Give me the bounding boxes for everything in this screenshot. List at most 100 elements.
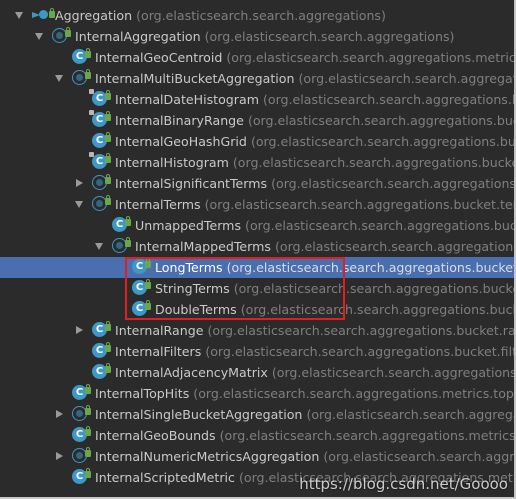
tree-row[interactable]: C InternalGeoCentroid (org.elasticsearch.… <box>0 47 514 68</box>
class-icon: C <box>132 279 151 297</box>
tree-row-label: InternalAggregation (org.elasticsearch.s… <box>75 26 454 47</box>
tree-row[interactable]: C DoubleTerms (org.elasticsearch.search.a… <box>0 299 514 320</box>
tree-row-label: InternalTopHits (org.elasticsearch.searc… <box>95 383 516 404</box>
public-access-icon <box>85 384 91 394</box>
package-name: (org.elasticsearch.search.aggregations.b… <box>250 134 516 149</box>
public-access-icon <box>105 111 111 121</box>
public-access-icon <box>85 447 91 457</box>
tree-row-label: InternalRange (org.elasticsearch.search.… <box>115 320 514 341</box>
class-name: StringTerms <box>155 281 230 296</box>
tree-row[interactable]: InternalNumericMetricsAggregation (org.e… <box>0 446 515 467</box>
tree-row[interactable]: C InternalGeoBounds (org.elasticsearch.se… <box>0 425 514 446</box>
class-name: InternalAggregation <box>75 29 201 44</box>
class-name: InternalHistogram <box>115 155 229 170</box>
expand-arrow-right-icon[interactable] <box>56 410 63 418</box>
abstract-class-icon <box>112 237 131 255</box>
final-class-icon: C <box>89 89 111 108</box>
public-access-icon <box>105 363 111 373</box>
class-name: InternalFilters <box>115 344 202 359</box>
tree-row-label: InternalMappedTerms (org.elasticsearch.s… <box>135 236 514 257</box>
class-icon: C <box>132 258 151 276</box>
public-access-icon <box>105 195 111 205</box>
tree-row-label: InternalDateHistogram (org.elasticsearch… <box>115 89 514 110</box>
abstract-class-icon <box>72 447 91 465</box>
class-name: DoubleTerms <box>155 302 237 317</box>
public-access-icon <box>105 132 111 142</box>
package-name: (org.elasticsearch.search.aggregations.b… <box>271 365 516 380</box>
public-access-icon <box>125 216 131 226</box>
abstract-class-icon <box>92 174 111 192</box>
tree-row[interactable]: InternalSingleBucketAggregation (org.ela… <box>0 404 514 425</box>
class-name: InternalMappedTerms <box>135 239 271 254</box>
class-icon: C <box>112 216 131 234</box>
tree-row[interactable]: C InternalDateHistogram (org.elasticsearc… <box>0 89 514 110</box>
tree-row-label: Aggregation (org.elasticsearch.search.ag… <box>55 5 386 26</box>
tree-row-label: InternalGeoHashGrid (org.elasticsearch.s… <box>115 131 516 152</box>
tree-row[interactable]: C InternalScriptedMetric (org.elasticsear… <box>0 467 514 488</box>
expand-arrow-down-icon[interactable] <box>75 201 83 208</box>
public-access-icon <box>105 153 111 163</box>
abstract-class-icon <box>52 27 71 45</box>
expand-arrow-down-icon[interactable] <box>55 75 63 82</box>
tree-row-label: InternalSingleBucketAggregation (org.ela… <box>95 404 514 425</box>
package-name: (org.elasticsearch.search.aggregations) <box>136 8 386 23</box>
class-name: InternalDateHistogram <box>115 92 259 107</box>
public-access-icon <box>145 279 151 289</box>
tree-row[interactable]: C InternalAdjacencyMatrix (org.elasticsea… <box>0 362 516 383</box>
public-access-icon <box>85 426 91 436</box>
abstract-class-icon <box>72 69 91 87</box>
package-name: (org.elasticsearch.search.aggregations) <box>298 71 516 86</box>
expand-arrow-right-icon[interactable] <box>56 452 63 460</box>
class-icon: C <box>92 132 111 150</box>
public-access-icon <box>125 237 131 247</box>
class-icon: C <box>92 363 111 381</box>
tree-row-label: InternalAdjacencyMatrix (org.elasticsear… <box>115 362 516 383</box>
class-icon: C <box>92 321 111 339</box>
class-name: LongTerms <box>155 260 223 275</box>
expand-arrow-down-icon[interactable] <box>35 33 43 40</box>
package-name: (org.elasticsearch.search.aggregations.m… <box>238 470 514 485</box>
expand-arrow-right-icon[interactable] <box>76 326 83 334</box>
class-name: InternalAdjacencyMatrix <box>115 365 268 380</box>
tree-row[interactable]: C InternalRange (org.elasticsearch.search… <box>0 320 514 341</box>
expand-arrow-right-icon[interactable] <box>76 179 83 187</box>
package-name: (org.elasticsearch.search.aggregations.b… <box>226 260 516 275</box>
tree-row[interactable]: C LongTerms (org.elasticsearch.search.agg… <box>0 257 516 278</box>
expand-arrow-down-icon[interactable] <box>15 12 23 19</box>
package-name: (org.elasticsearch.search.aggregations.m… <box>193 386 516 401</box>
tree-row[interactable]: C StringTerms (org.elasticsearch.search.a… <box>0 278 514 299</box>
public-access-icon <box>105 321 111 331</box>
class-name: InternalNumericMetricsAggregation <box>95 449 320 464</box>
tree-row-label: InternalBinaryRange (org.elasticsearch.s… <box>115 110 514 131</box>
tree-row[interactable]: C UnmappedTerms (org.elasticsearch.search… <box>0 215 514 236</box>
tree-row-label: LongTerms (org.elasticsearch.search.aggr… <box>155 257 516 278</box>
tree-row[interactable]: InternalAggregation (org.elasticsearch.s… <box>0 26 514 47</box>
public-access-icon <box>65 27 71 37</box>
class-icon: C <box>132 300 151 318</box>
tree-row[interactable]: C InternalGeoHashGrid (org.elasticsearch.… <box>0 131 516 152</box>
tree-row[interactable]: C InternalFilters (org.elasticsearch.sear… <box>0 341 514 362</box>
tree-row[interactable]: InternalTerms (org.elasticsearch.search.… <box>0 194 516 215</box>
tree-row-label: InternalGeoBounds (org.elasticsearch.sea… <box>95 425 514 446</box>
package-name: (org.elasticsearch.search.aggregations.b… <box>204 197 516 212</box>
public-access-icon <box>105 342 111 352</box>
package-name: (org.elasticsearch.search.aggregations.m… <box>323 449 515 464</box>
class-name: InternalGeoBounds <box>95 428 216 443</box>
tree-row[interactable]: Aggregation (org.elasticsearch.search.ag… <box>0 5 514 26</box>
public-access-icon <box>85 405 91 415</box>
package-name: (org.elasticsearch.search.aggregations.b… <box>306 407 514 422</box>
tree-row[interactable]: InternalSignificantTerms (org.elasticsea… <box>0 173 514 194</box>
tree-row[interactable]: C InternalHistogram (org.elasticsearch.se… <box>0 152 514 173</box>
class-icon: C <box>72 468 91 486</box>
tree-row[interactable]: C InternalTopHits (org.elasticsearch.sear… <box>0 383 516 404</box>
expand-arrow-down-icon[interactable] <box>95 243 103 250</box>
tree-row-label: InternalMultiBucketAggregation (org.elas… <box>95 68 516 89</box>
tree-row[interactable]: InternalMultiBucketAggregation (org.elas… <box>0 68 516 89</box>
tree-row[interactable]: C InternalBinaryRange (org.elasticsearch.… <box>0 110 514 131</box>
tree-row-label: StringTerms (org.elasticsearch.search.ag… <box>155 278 514 299</box>
package-name: (org.elasticsearch.search.aggregations.b… <box>233 281 514 296</box>
package-name: (org.elasticsearch.search.aggregations.b… <box>247 113 514 128</box>
tree-row[interactable]: InternalMappedTerms (org.elasticsearch.s… <box>0 236 514 257</box>
public-access-icon <box>105 90 111 100</box>
class-name: InternalMultiBucketAggregation <box>95 71 295 86</box>
